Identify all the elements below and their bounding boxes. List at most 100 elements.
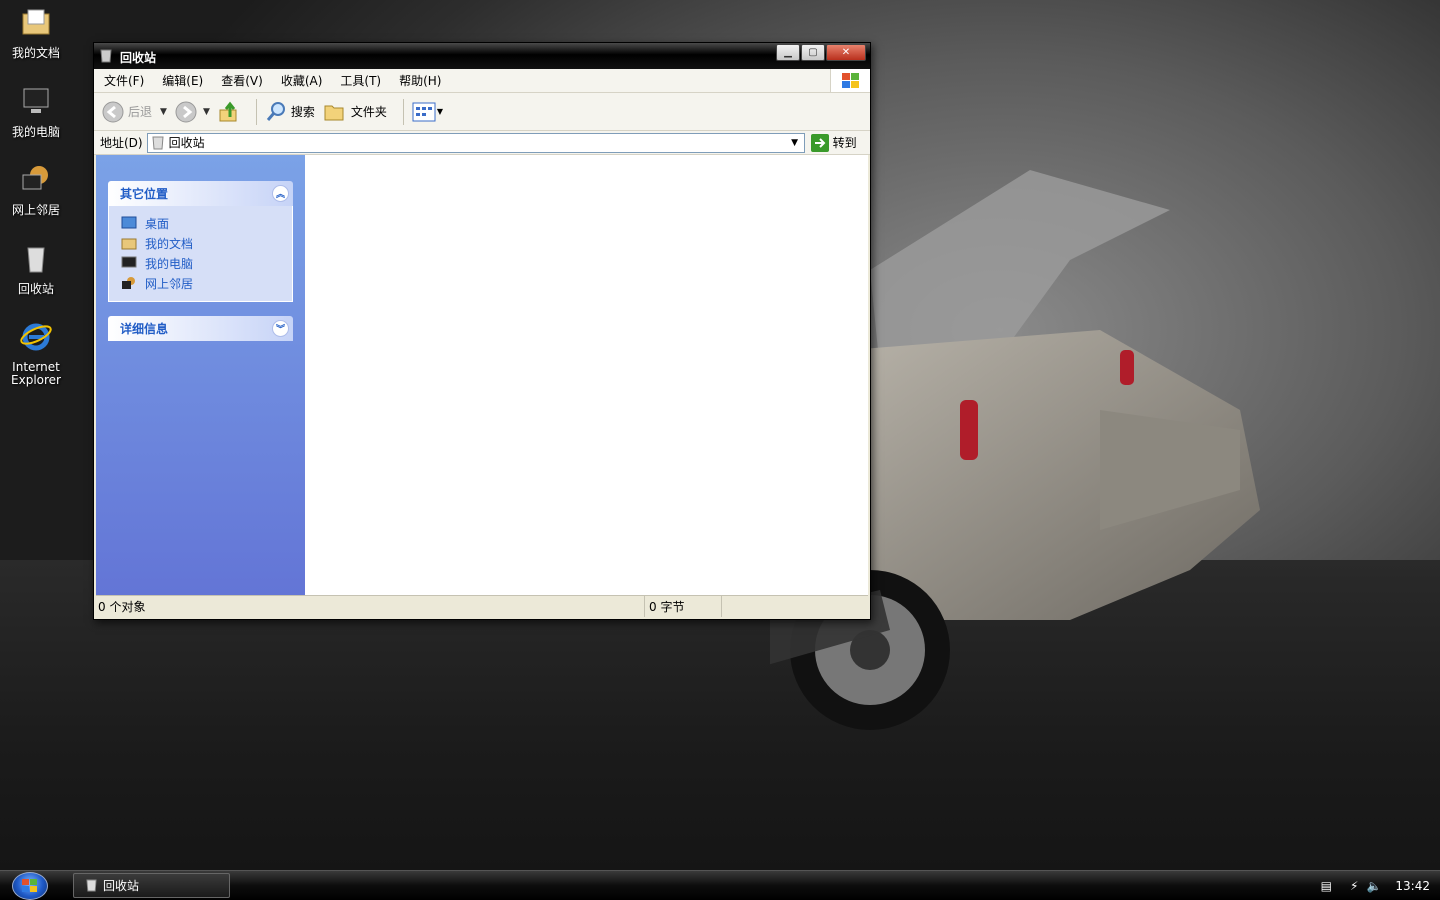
search-label: 搜索 bbox=[290, 105, 315, 119]
minimize-button[interactable]: ▁ bbox=[776, 44, 800, 61]
details-header[interactable]: 详细信息 ︾ bbox=[108, 316, 293, 341]
place-link-desktop[interactable]: 桌面 bbox=[121, 213, 282, 233]
network-globe-icon bbox=[122, 277, 135, 289]
close-button[interactable]: ✕ bbox=[826, 44, 866, 61]
toolbar-separator bbox=[402, 98, 404, 125]
chevron-down-icon[interactable]: ▼ bbox=[203, 107, 210, 117]
windows-flag-icon bbox=[841, 72, 859, 88]
volume-icon[interactable]: 🔈 bbox=[1366, 879, 1381, 893]
other-places-panel: 其它位置 ︽ 桌面 我的文档 我的电脑 网上邻居 bbox=[108, 181, 293, 302]
desktop-icon-my-computer[interactable]: 我的电脑 bbox=[0, 85, 72, 139]
place-link-label: 我的文档 bbox=[145, 236, 194, 251]
folders-label: 文件夹 bbox=[350, 105, 387, 119]
maximize-icon: ▢ bbox=[808, 47, 818, 58]
back-label: 后退 bbox=[128, 105, 153, 119]
network-status-icon[interactable]: ⚡ bbox=[1350, 879, 1358, 893]
windows-logo bbox=[830, 69, 870, 92]
go-button[interactable]: 转到 bbox=[810, 133, 857, 152]
computer-icon bbox=[121, 256, 137, 268]
back-button[interactable]: 后退 ▼ bbox=[102, 101, 167, 123]
folder-icon bbox=[324, 105, 344, 120]
desktop-icon-recycle-bin[interactable]: 回收站 bbox=[0, 242, 72, 296]
other-places-header[interactable]: 其它位置 ︽ bbox=[108, 181, 293, 206]
network-globe-icon bbox=[22, 166, 48, 190]
desktop-icon-label: 回收站 bbox=[17, 282, 54, 296]
address-label: 地址(D) bbox=[100, 136, 143, 150]
desktop-icon-network[interactable]: 网上邻居 bbox=[0, 163, 72, 217]
place-link-label: 我的电脑 bbox=[145, 256, 194, 271]
close-icon: ✕ bbox=[841, 47, 851, 58]
folder-documents-icon bbox=[22, 9, 50, 35]
menu-favorites[interactable]: 收藏(A) bbox=[277, 70, 327, 91]
recycle-bin-icon bbox=[27, 247, 45, 273]
explorer-window: 回收站 ▁ ▢ ✕ 文件(F) 编辑(E) 查看(V) 收藏(A) 工具(T) … bbox=[93, 42, 871, 620]
place-link-my-documents[interactable]: 我的文档 bbox=[121, 233, 282, 253]
title-bar[interactable]: 回收站 ▁ ▢ ✕ bbox=[94, 43, 870, 69]
recycle-bin-icon bbox=[152, 136, 164, 149]
desktop-icon bbox=[121, 216, 137, 229]
desktop-icon-label-line2: Explorer bbox=[11, 373, 61, 387]
address-value: 回收站 bbox=[168, 136, 205, 150]
taskbar-item-label: 回收站 bbox=[103, 879, 140, 893]
address-dropdown-icon[interactable]: ▼ bbox=[786, 134, 804, 152]
chevron-down-icon[interactable]: ▼ bbox=[160, 107, 167, 117]
search-button[interactable]: 搜索 bbox=[265, 101, 315, 123]
status-bar: 0 个对象 0 字节 bbox=[96, 595, 868, 617]
desktop-icon-internet-explorer[interactable]: Internet Explorer bbox=[0, 320, 72, 387]
desktop-icon-label: 我的文档 bbox=[11, 46, 60, 60]
taskbar-item-recycle-bin[interactable]: 回收站 bbox=[73, 873, 230, 898]
place-link-network[interactable]: 网上邻居 bbox=[121, 273, 282, 293]
window-title: 回收站 bbox=[120, 51, 157, 65]
keyboard-icon[interactable]: ▤ bbox=[1321, 879, 1332, 893]
file-list-area[interactable] bbox=[305, 155, 868, 595]
status-object-count: 0 个对象 bbox=[96, 596, 645, 617]
recycle-bin-icon bbox=[100, 49, 112, 63]
start-button[interactable] bbox=[12, 872, 48, 900]
desktop-icon-label: 我的电脑 bbox=[11, 125, 60, 139]
up-folder-icon bbox=[219, 101, 237, 121]
clock[interactable]: 13:42 bbox=[1395, 879, 1430, 893]
internet-explorer-icon bbox=[20, 323, 52, 351]
taskbar: 回收站 ▤ ⚡ 🔈 13:42 bbox=[0, 870, 1440, 900]
status-size: 0 字节 bbox=[645, 596, 722, 617]
task-pane: 其它位置 ︽ 桌面 我的文档 我的电脑 网上邻居 详细信息 ︾ bbox=[96, 155, 305, 595]
menu-edit[interactable]: 编辑(E) bbox=[158, 70, 207, 91]
recycle-bin-icon bbox=[86, 879, 97, 892]
status-empty-cell bbox=[722, 596, 868, 617]
desktop-icon-my-documents[interactable]: 我的文档 bbox=[0, 6, 72, 60]
folder-documents-icon bbox=[121, 238, 137, 250]
computer-icon bbox=[23, 88, 49, 113]
details-panel: 详细信息 ︾ bbox=[108, 316, 293, 341]
expand-chevron-icon[interactable]: ︾ bbox=[272, 320, 289, 337]
address-input[interactable]: 回收站 ▼ bbox=[146, 132, 805, 153]
back-arrow-icon bbox=[102, 101, 124, 122]
go-label: 转到 bbox=[832, 136, 857, 150]
menu-file[interactable]: 文件(F) bbox=[100, 70, 148, 91]
system-tray: ▤ ⚡ 🔈 13:42 bbox=[1321, 871, 1440, 900]
menu-view[interactable]: 查看(V) bbox=[217, 70, 267, 91]
search-icon bbox=[266, 101, 285, 121]
content-area: 其它位置 ︽ 桌面 我的文档 我的电脑 网上邻居 详细信息 ︾ bbox=[96, 155, 868, 595]
maximize-button[interactable]: ▢ bbox=[801, 44, 825, 61]
address-bar: 地址(D) 回收站 ▼ 转到 bbox=[94, 131, 870, 155]
go-arrow-icon bbox=[810, 133, 829, 152]
desktop-icon-label: 网上邻居 bbox=[11, 203, 60, 217]
place-link-label: 网上邻居 bbox=[145, 276, 194, 291]
other-places-body: 桌面 我的文档 我的电脑 网上邻居 bbox=[108, 206, 293, 302]
minimize-icon: ▁ bbox=[784, 47, 792, 58]
details-title: 详细信息 bbox=[120, 322, 169, 336]
up-folder-button[interactable] bbox=[218, 101, 240, 123]
chevron-down-icon[interactable]: ▼ bbox=[437, 107, 443, 116]
menu-tools[interactable]: 工具(T) bbox=[336, 70, 385, 91]
toolbar-separator bbox=[255, 98, 257, 125]
views-button[interactable]: ▼ bbox=[412, 102, 443, 122]
other-places-title: 其它位置 bbox=[120, 187, 169, 201]
collapse-chevron-icon[interactable]: ︽ bbox=[272, 185, 289, 202]
forward-button[interactable]: ▼ bbox=[175, 101, 210, 123]
place-link-label: 桌面 bbox=[145, 216, 170, 231]
menu-bar: 文件(F) 编辑(E) 查看(V) 收藏(A) 工具(T) 帮助(H) bbox=[94, 69, 870, 93]
windows-flag-icon bbox=[22, 879, 37, 892]
menu-help[interactable]: 帮助(H) bbox=[395, 70, 445, 91]
folders-button[interactable]: 文件夹 bbox=[323, 101, 387, 123]
place-link-my-computer[interactable]: 我的电脑 bbox=[121, 253, 282, 273]
